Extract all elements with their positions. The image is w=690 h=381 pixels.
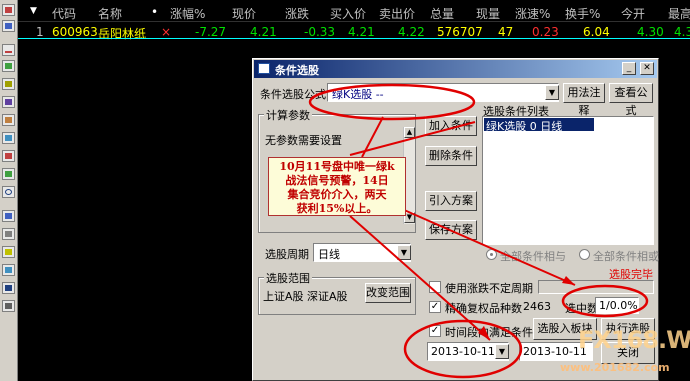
annotation-note: 10月11号盘中唯一绿k 战法信号预警，14日 集合竞价介入，两天 获利15%以…: [268, 157, 406, 216]
annotation-arrow-list: [349, 121, 476, 156]
watermark-url: www.201682.com: [560, 361, 670, 374]
annotation-ellipse-date: [403, 319, 523, 379]
annotation-arrow-formula: [361, 116, 384, 158]
annotation-line-4: 获利15%以上。: [296, 202, 378, 215]
annotation-arrow-date: [349, 215, 491, 341]
watermark-brand: FX168.W: [578, 326, 690, 354]
annotation-ellipse-formula: [308, 83, 476, 121]
annotation-line-2: 战法信号预警，14日: [285, 174, 389, 187]
annotation-line-1: 10月11号盘中唯一绿k: [279, 160, 395, 173]
annotation-ellipse-count: [561, 284, 649, 318]
arrowhead-date: [478, 326, 490, 340]
app-window: ▼ 代码 名称 • 涨幅% 现价 涨跌 买入价 卖出价 总量 现量 涨速% 换手…: [0, 0, 690, 381]
annotation-line-3: 集合竞价介入，两天: [287, 188, 387, 201]
annotation-arrow-count: [394, 205, 576, 286]
arrowhead-count: [562, 276, 575, 285]
